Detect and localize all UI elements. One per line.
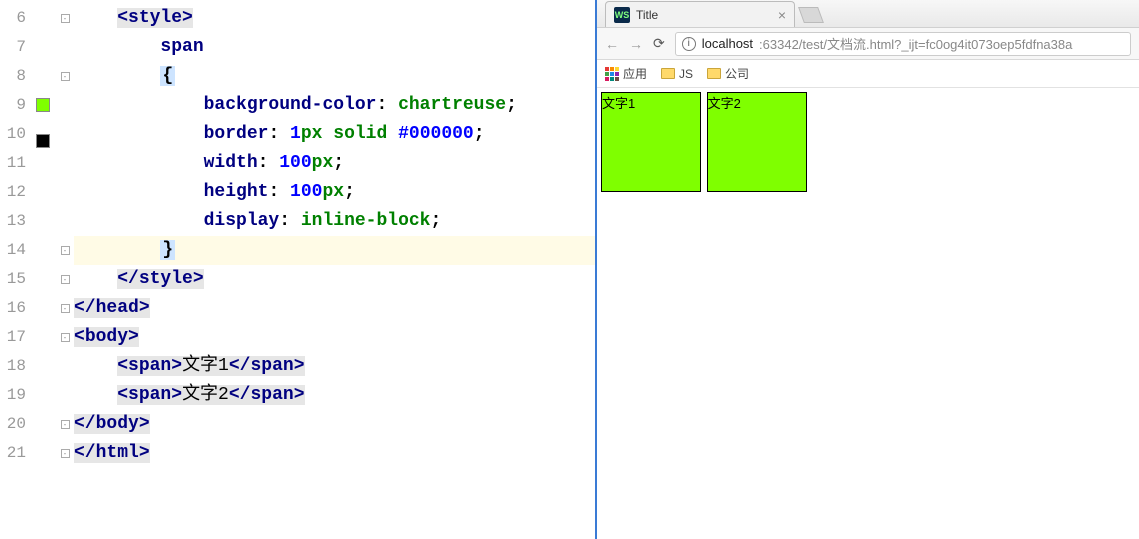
code-line[interactable]: </body>: [74, 410, 595, 439]
line-number: 12: [0, 178, 32, 207]
code-line[interactable]: {: [74, 62, 595, 91]
line-number: 7: [0, 33, 32, 62]
fold-handle-icon[interactable]: -: [61, 449, 70, 458]
line-number: 18: [0, 352, 32, 381]
back-icon[interactable]: ←: [605, 36, 619, 52]
code-line[interactable]: span: [74, 33, 595, 62]
fold-gutter: - - - - - - - -: [56, 0, 74, 539]
bookmark-label: 公司: [725, 65, 749, 82]
code-line[interactable]: </head>: [74, 294, 595, 323]
line-number: 6: [0, 4, 32, 33]
page-viewport: 文字1 文字2: [597, 88, 1139, 539]
new-tab-button[interactable]: [798, 7, 824, 23]
code-line[interactable]: border: 1px solid #000000;: [74, 120, 595, 149]
code-line[interactable]: }: [74, 236, 595, 265]
code-line[interactable]: </html>: [74, 439, 595, 468]
bookmarks-bar: 应用 JS 公司: [597, 60, 1139, 88]
bookmark-folder[interactable]: JS: [661, 67, 693, 81]
line-number-gutter: 6789101112131415161718192021: [0, 0, 32, 539]
tab-title: Title: [636, 8, 772, 22]
line-number: 20: [0, 410, 32, 439]
line-number: 11: [0, 149, 32, 178]
line-number: 13: [0, 207, 32, 236]
code-line[interactable]: display: inline-block;: [74, 207, 595, 236]
tab-strip: WS Title ×: [597, 0, 1139, 28]
line-number: 19: [0, 381, 32, 410]
url-input[interactable]: i localhost :63342/test/文档流.html?_ijt=fc0…: [675, 32, 1131, 56]
apps-label: 应用: [623, 65, 647, 82]
close-tab-icon[interactable]: ×: [778, 7, 786, 23]
color-swatch-icon[interactable]: [36, 134, 50, 148]
code-line[interactable]: <body>: [74, 323, 595, 352]
code-line[interactable]: <style>: [74, 4, 595, 33]
folder-icon: [661, 68, 675, 79]
folder-icon: [707, 68, 721, 79]
color-swatch-icon[interactable]: [36, 98, 50, 112]
bookmark-folder[interactable]: 公司: [707, 65, 749, 82]
url-host: localhost: [702, 36, 753, 51]
code-line[interactable]: background-color: chartreuse;: [74, 91, 595, 120]
apps-icon: [605, 67, 619, 81]
line-number: 16: [0, 294, 32, 323]
line-number: 15: [0, 265, 32, 294]
fold-handle-icon[interactable]: -: [61, 246, 70, 255]
browser-tab[interactable]: WS Title ×: [605, 1, 795, 27]
code-line[interactable]: height: 100px;: [74, 178, 595, 207]
code-line[interactable]: width: 100px;: [74, 149, 595, 178]
bookmark-label: JS: [679, 67, 693, 81]
fold-handle-icon[interactable]: -: [61, 333, 70, 342]
line-number: 10: [0, 120, 32, 149]
fold-handle-icon[interactable]: -: [61, 420, 70, 429]
code-area[interactable]: <style> span { background-color: chartre…: [74, 0, 595, 539]
line-number: 17: [0, 323, 32, 352]
favicon-icon: WS: [614, 7, 630, 23]
code-line[interactable]: </style>: [74, 265, 595, 294]
code-line[interactable]: <span>文字2</span>: [74, 381, 595, 410]
apps-shortcut[interactable]: 应用: [605, 65, 647, 82]
address-bar: ← → ⟳ i localhost :63342/test/文档流.html?_i…: [597, 28, 1139, 60]
fold-handle-icon[interactable]: -: [61, 14, 70, 23]
demo-box: 文字1: [601, 92, 701, 192]
url-path: :63342/test/文档流.html?_ijt=fc0og4it073oep…: [759, 34, 1072, 53]
line-number: 14: [0, 236, 32, 265]
demo-box: 文字2: [707, 92, 807, 192]
line-number: 21: [0, 439, 32, 468]
line-number: 8: [0, 62, 32, 91]
reload-icon[interactable]: ⟳: [653, 35, 665, 52]
code-line[interactable]: <span>文字1</span>: [74, 352, 595, 381]
code-editor: 6789101112131415161718192021 - - - - - - - - <s…: [0, 0, 595, 539]
fold-handle-icon[interactable]: -: [61, 304, 70, 313]
fold-handle-icon[interactable]: -: [61, 275, 70, 284]
site-info-icon[interactable]: i: [682, 37, 696, 51]
browser-window: WS Title × ← → ⟳ i localhost :63342/test/…: [595, 0, 1139, 539]
fold-handle-icon[interactable]: -: [61, 72, 70, 81]
line-number: 9: [0, 91, 32, 120]
forward-icon[interactable]: →: [629, 36, 643, 52]
color-swatch-gutter: [32, 0, 56, 539]
